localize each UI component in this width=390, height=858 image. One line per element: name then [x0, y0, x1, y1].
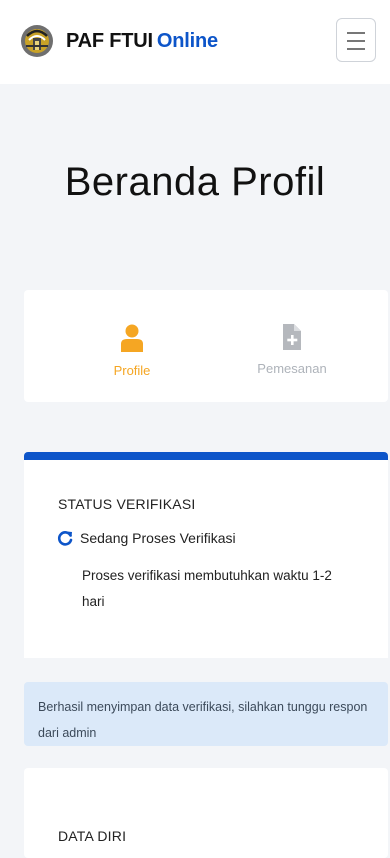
success-alert: Berhasil menyimpan data verifikasi, sila…: [24, 682, 388, 746]
data-diri-card: DATA DIRI: [24, 768, 388, 858]
top-navbar: PAF FTUI Online: [0, 0, 390, 84]
status-note: Proses verifikasi membutuhkan waktu 1-2 …: [82, 568, 332, 609]
tab-pemesanan[interactable]: Pemesanan: [232, 324, 352, 376]
status-state: Sedang Proses Verifikasi: [80, 530, 236, 546]
tab-pemesanan-label: Pemesanan: [257, 361, 327, 376]
university-emblem-icon: [21, 25, 53, 57]
person-icon: [121, 324, 143, 352]
status-heading: STATUS VERIFIKASI: [58, 496, 196, 512]
brand-accent: Online: [156, 29, 218, 52]
tab-profile[interactable]: Profile: [72, 324, 192, 378]
data-diri-heading: DATA DIRI: [58, 828, 127, 844]
menu-toggle-button[interactable]: [336, 18, 376, 62]
status-line: Sedang Proses Verifikasi: [56, 529, 236, 547]
profile-tabs: Profile Pemesanan: [24, 290, 388, 402]
brand-link[interactable]: PAF FTUI Online: [20, 24, 218, 58]
refresh-icon: [57, 531, 73, 546]
document-add-icon: [283, 324, 301, 350]
page-title: Beranda Profil: [64, 160, 326, 204]
brand-name: PAF FTUI: [66, 29, 153, 52]
tab-profile-label: Profile: [113, 363, 151, 378]
verification-status-card: STATUS VERIFIKASI Sedang Proses Verifika…: [24, 452, 388, 658]
